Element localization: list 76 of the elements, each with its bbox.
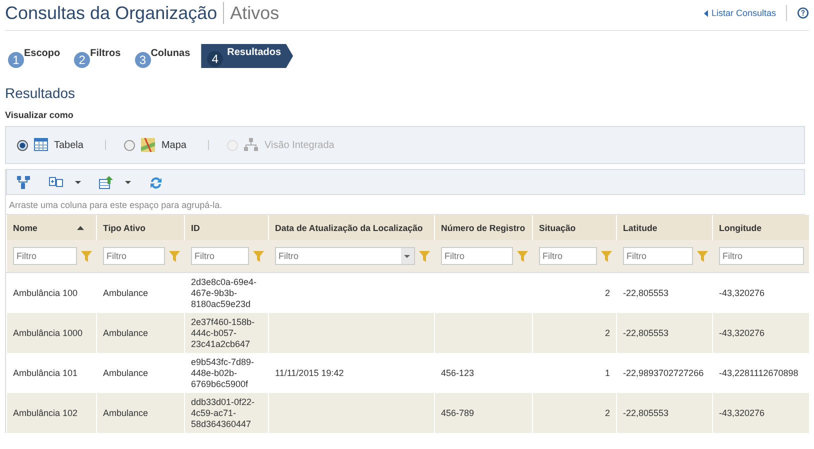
radio-button[interactable] <box>124 140 136 150</box>
filter-field[interactable]: Filtro <box>102 247 164 265</box>
table-cell: ddb33d01-0f22-4c59-ac71-58d364360447 <box>191 396 255 428</box>
hierarchy-icon <box>244 138 258 152</box>
wizard-step[interactable]: 3 Colunas <box>134 44 190 68</box>
grid-add-icon[interactable] <box>49 176 63 188</box>
export-icon[interactable] <box>99 176 113 188</box>
table-cell: -22,9893702727266 <box>623 368 704 378</box>
filter-field[interactable]: Filtro <box>440 247 512 265</box>
table-cell: 456-789 <box>441 408 474 418</box>
column-header[interactable]: Nome <box>6 215 96 240</box>
table-cell: Ambulância 102 <box>13 408 78 418</box>
table-cell: 11/11/2015 19:42 <box>275 368 344 378</box>
table-cell: Ambulance <box>103 288 148 298</box>
column-header[interactable]: Data de Atualização da Localização <box>268 215 434 240</box>
filter-icon[interactable] <box>696 250 708 262</box>
filter-icon[interactable] <box>516 250 528 262</box>
filter-field[interactable]: Filtro <box>718 247 804 265</box>
filter-icon[interactable] <box>418 250 430 262</box>
page-subtitle: Ativos <box>229 2 280 24</box>
filter-field[interactable]: Filtro <box>538 247 596 265</box>
table-cell: -43,320276 <box>719 288 765 298</box>
page-title: Consultas da Organização <box>5 2 224 24</box>
table-cell: 2 <box>604 408 610 418</box>
column-header[interactable]: Número de Registro <box>434 215 532 240</box>
option-label: Tabela <box>54 140 84 150</box>
filter-icon[interactable] <box>168 250 180 262</box>
group-hint: Arraste uma coluna para este espaço para agrupá-la. <box>9 200 222 210</box>
table-cell: 2e37f460-158b-444c-b057-23c41a2cb647 <box>191 316 255 348</box>
structure-icon[interactable] <box>17 176 31 188</box>
dropdown-caret-icon[interactable] <box>125 180 131 184</box>
column-header[interactable]: Situação <box>532 215 616 240</box>
table-cell: 2 <box>604 328 610 338</box>
table-icon <box>34 138 48 152</box>
table-cell: Ambulance <box>103 408 148 418</box>
filter-field[interactable]: Filtro <box>12 247 76 265</box>
sort-ascending-icon[interactable] <box>77 226 84 230</box>
filter-field[interactable]: Filtro <box>190 247 248 265</box>
table-cell: Ambulância 101 <box>13 368 78 378</box>
column-header[interactable]: Longitude <box>712 215 808 240</box>
table-cell: 2 <box>604 288 610 298</box>
table-cell: Ambulância 1000 <box>13 328 83 338</box>
filter-field[interactable]: Filtro <box>622 247 692 265</box>
table-cell: Ambulance <box>103 368 148 378</box>
list-queries-link[interactable]: Listar Consultas <box>704 8 776 18</box>
table-cell: 456-123 <box>441 368 474 378</box>
refresh-icon[interactable] <box>149 176 163 188</box>
table-cell: 1 <box>604 368 610 378</box>
help-icon[interactable] <box>797 7 809 19</box>
filter-icon[interactable] <box>600 250 612 262</box>
caret-icon <box>704 10 708 16</box>
table-cell: -22,805553 <box>623 408 669 418</box>
table-cell: 2d3e8c0a-69e4-467e-9b3b-8180ac59e23d <box>191 276 257 308</box>
wizard-step[interactable]: 1 Escopo <box>8 44 60 68</box>
table-cell: -43,2281112670898 <box>719 368 798 378</box>
view-as-label: Visualizar como <box>5 110 74 120</box>
table-cell: Ambulância 100 <box>13 288 78 298</box>
wizard-step[interactable]: 2 Filtros <box>74 44 121 68</box>
table-cell: -22,805553 <box>623 288 669 298</box>
filter-icon[interactable] <box>252 250 264 262</box>
column-header[interactable]: Tipo Ativo <box>96 215 184 240</box>
table-cell: -43,320276 <box>719 328 765 338</box>
table-cell: e9b543fc-7d89-448e-b02b-6769b6c5900f <box>191 356 254 388</box>
column-header[interactable]: ID <box>184 215 268 240</box>
wizard-step[interactable]: 4 Resultados <box>201 44 294 68</box>
option-label: Mapa <box>161 140 186 150</box>
map-icon <box>141 138 156 152</box>
radio-button[interactable] <box>17 140 28 150</box>
option-label: Visão Integrada <box>264 140 334 150</box>
table-cell: -22,805553 <box>623 328 669 338</box>
column-header[interactable]: Latitude <box>616 215 712 240</box>
table-cell: Ambulance <box>103 328 148 338</box>
section-title: Resultados <box>5 85 76 101</box>
dropdown-caret-icon[interactable] <box>75 180 81 184</box>
table-cell: -43,320276 <box>719 408 765 418</box>
filter-icon[interactable] <box>80 250 92 262</box>
